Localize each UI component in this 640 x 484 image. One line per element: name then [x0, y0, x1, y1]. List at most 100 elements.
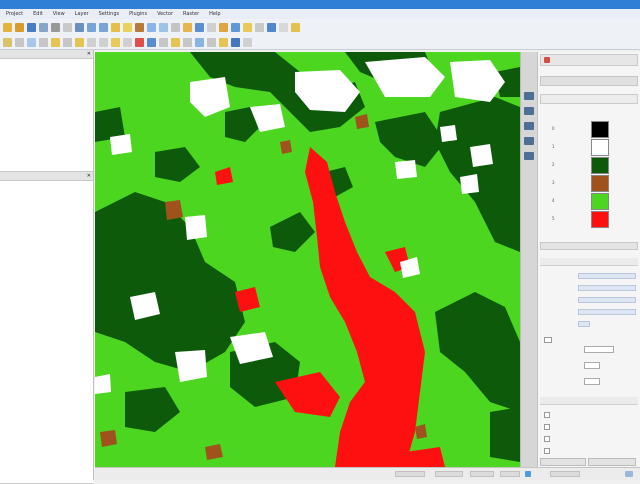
digitize-icon[interactable]: [15, 37, 24, 47]
label-icon[interactable]: [207, 22, 216, 32]
cloud: [460, 174, 479, 194]
browser-tree[interactable]: [0, 181, 93, 484]
measure-icon[interactable]: [135, 22, 144, 32]
setting-field[interactable]: [578, 309, 636, 315]
class-color-swatch[interactable]: [591, 121, 609, 138]
palette-buttons[interactable]: [540, 242, 638, 250]
class-color-swatch[interactable]: [591, 139, 609, 156]
menu-project[interactable]: Project: [6, 11, 23, 17]
close-icon[interactable]: ✕: [87, 173, 91, 179]
field-calculator-icon[interactable]: [219, 22, 228, 32]
class-color-swatch[interactable]: [591, 157, 609, 174]
palette-header: [540, 94, 638, 104]
render-icon[interactable]: [525, 471, 531, 477]
remove-layer-icon[interactable]: [135, 37, 144, 47]
option-spinbox[interactable]: [584, 362, 600, 369]
processing-icon[interactable]: [219, 37, 228, 47]
setting-field[interactable]: [578, 285, 636, 291]
copy-icon[interactable]: [87, 37, 96, 47]
cloud: [175, 350, 207, 382]
output-checkbox[interactable]: [544, 448, 550, 454]
dock-tab-right[interactable]: [588, 458, 636, 466]
class-color-swatch[interactable]: [591, 211, 609, 228]
class-color-swatch[interactable]: [591, 193, 609, 210]
new-project-icon[interactable]: [3, 22, 12, 32]
output-checkbox[interactable]: [544, 424, 550, 430]
refresh-icon[interactable]: [171, 22, 180, 32]
tool-icon[interactable]: [279, 22, 288, 32]
save-as-icon[interactable]: [39, 22, 48, 32]
add-raster-icon[interactable]: [147, 37, 156, 47]
zoom-in-icon[interactable]: [87, 22, 96, 32]
add-vector-icon[interactable]: [159, 37, 168, 47]
option-spinbox[interactable]: [584, 346, 614, 353]
vertex-tool-icon[interactable]: [51, 37, 60, 47]
download-icon[interactable]: [524, 152, 534, 160]
tips-icon[interactable]: [291, 22, 300, 32]
menu-settings[interactable]: Settings: [99, 11, 120, 17]
cut-icon[interactable]: [75, 37, 84, 47]
palette-row[interactable]: 5: [540, 209, 638, 231]
band-set-icon[interactable]: [524, 137, 534, 145]
edit-pencil-icon[interactable]: [3, 37, 12, 47]
coordinate-box[interactable]: [395, 471, 425, 477]
delete-icon[interactable]: [63, 37, 72, 47]
option-checkbox[interactable]: [544, 337, 552, 343]
messages-icon[interactable]: [625, 471, 633, 477]
add-wms-icon[interactable]: [183, 37, 192, 47]
move-feature-icon[interactable]: [39, 37, 48, 47]
rotation-box[interactable]: [500, 471, 520, 477]
classify-tool-icon[interactable]: [524, 92, 534, 100]
roi-tool-icon[interactable]: [524, 107, 534, 115]
scale-box[interactable]: [435, 471, 463, 477]
magnifier-box[interactable]: [470, 471, 494, 477]
undo-icon[interactable]: [111, 37, 120, 47]
preview-tool-icon[interactable]: [524, 122, 534, 130]
menu-layer[interactable]: Layer: [75, 11, 89, 17]
bookmark-icon[interactable]: [183, 22, 192, 32]
menu-edit[interactable]: Edit: [33, 11, 43, 17]
add-delimited-icon[interactable]: [171, 37, 180, 47]
add-wfs-icon[interactable]: [195, 37, 204, 47]
close-icon[interactable]: ✕: [87, 51, 91, 57]
zoom-out-icon[interactable]: [99, 22, 108, 32]
new-layer-icon[interactable]: [207, 37, 216, 47]
dock-tab-left[interactable]: [540, 458, 586, 466]
attribute-table-icon[interactable]: [195, 22, 204, 32]
layout-icon[interactable]: [255, 22, 264, 32]
menu-view[interactable]: View: [53, 11, 65, 17]
classification-plugin-icon[interactable]: [231, 37, 240, 47]
statistics-icon[interactable]: [231, 22, 240, 32]
save-icon[interactable]: [27, 22, 36, 32]
map-canvas[interactable]: [95, 52, 520, 467]
zoom-full-icon[interactable]: [147, 22, 156, 32]
setting-field[interactable]: [578, 297, 636, 303]
python-icon[interactable]: [267, 22, 276, 32]
pan-icon[interactable]: [75, 22, 84, 32]
redo-icon[interactable]: [123, 37, 132, 47]
tab-bar[interactable]: [540, 76, 638, 86]
zoom-layer-icon[interactable]: [159, 22, 168, 32]
print-icon[interactable]: [51, 22, 60, 32]
option-spinbox[interactable]: [584, 378, 600, 385]
menu-plugins[interactable]: Plugins: [129, 11, 147, 17]
open-project-icon[interactable]: [15, 22, 24, 32]
menu-vector[interactable]: Vector: [157, 11, 173, 17]
layers-tree[interactable]: [0, 59, 93, 172]
crs-box[interactable]: [550, 471, 580, 477]
add-feature-icon[interactable]: [27, 37, 36, 47]
select-icon[interactable]: [123, 22, 132, 32]
menu-raster[interactable]: Raster: [183, 11, 199, 17]
menu-help[interactable]: Help: [209, 11, 220, 17]
cloud: [440, 125, 457, 142]
dock-header: [540, 54, 638, 66]
paste-icon[interactable]: [99, 37, 108, 47]
identify-icon[interactable]: [111, 22, 120, 32]
setting-field[interactable]: [578, 321, 590, 327]
plugin-panel-icon[interactable]: [243, 37, 252, 47]
annotation-icon[interactable]: [243, 22, 252, 32]
output-checkbox[interactable]: [544, 436, 550, 442]
class-color-swatch[interactable]: [591, 175, 609, 192]
output-checkbox[interactable]: [544, 412, 550, 418]
setting-field[interactable]: [578, 273, 636, 279]
